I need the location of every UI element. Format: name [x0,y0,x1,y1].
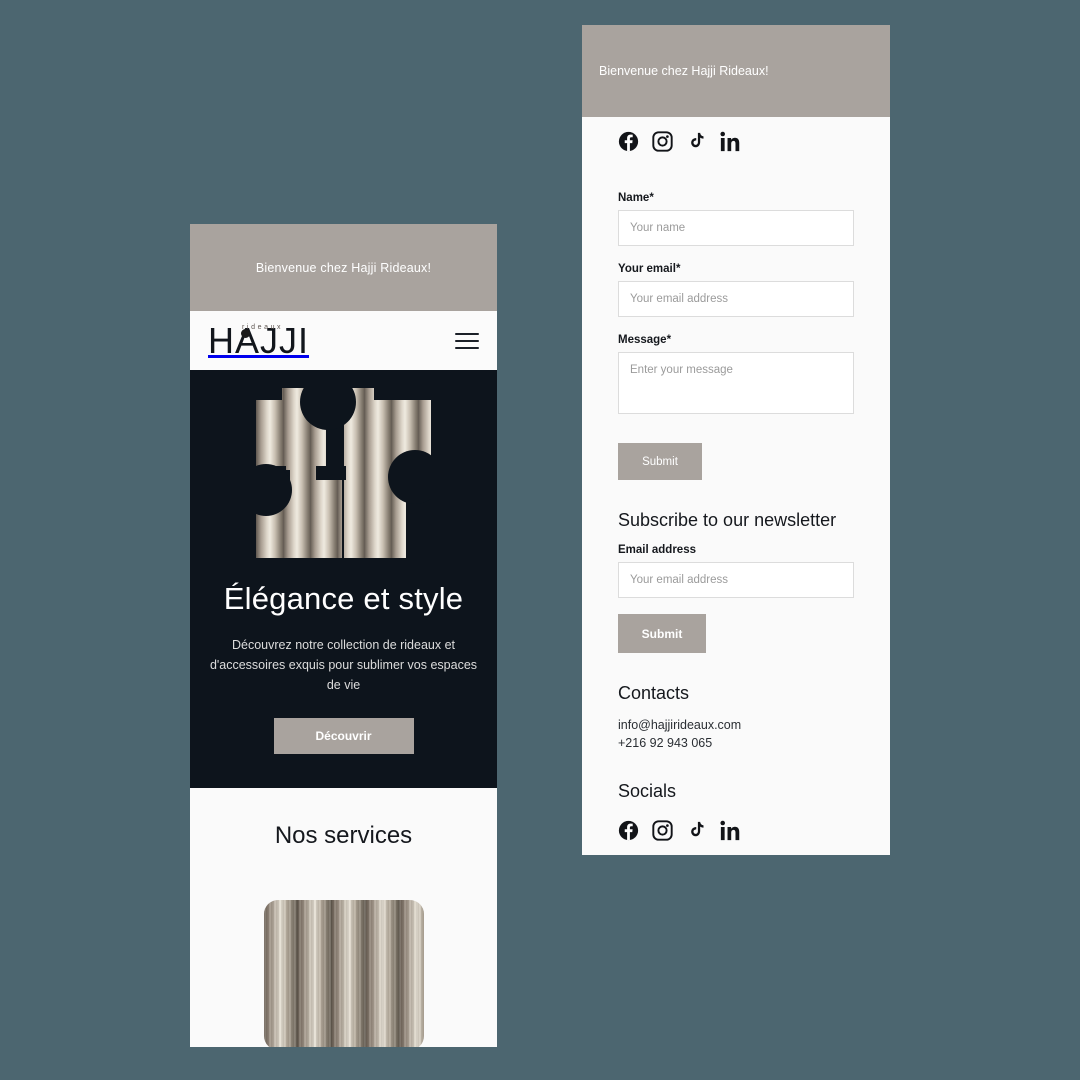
tiktok-icon[interactable] [686,820,707,841]
contact-phone[interactable]: +216 92 943 065 [618,735,854,753]
hero-artwork [256,388,431,558]
left-mobile-preview-panel: Bienvenue chez Hajji Rideaux! HAJJI ride… [190,224,497,1047]
hero-subtitle: Découvrez notre collection de rideaux et… [209,637,478,693]
burger-line [455,339,479,342]
burger-line [455,332,479,335]
tiktok-icon[interactable] [686,131,707,152]
services-section: Nos services [190,787,497,1047]
hero-title: Élégance et style [223,581,464,616]
name-label: Name* [618,192,654,204]
social-links-top [582,117,890,152]
contact-submit-button[interactable]: Submit [618,443,702,480]
email-input[interactable] [618,281,854,317]
announcement-text: Bienvenue chez Hajji Rideaux! [599,64,769,78]
newsletter-title: Subscribe to our newsletter [618,510,837,530]
facebook-icon[interactable] [618,131,639,152]
service-image-texture [263,899,424,1047]
facebook-icon[interactable] [618,820,639,841]
message-textarea[interactable] [618,352,854,414]
contact-email[interactable]: info@hajjirideaux.com [618,717,854,735]
instagram-icon[interactable] [652,131,673,152]
instagram-icon[interactable] [652,819,673,841]
announcement-text: Bienvenue chez Hajji Rideaux! [255,260,432,275]
right-mobile-preview-panel: Bienvenue chez Hajji Rideaux! Name* Your… [582,25,890,855]
burger-line [455,346,479,349]
services-title: Nos services [274,821,413,849]
name-input[interactable] [618,210,854,246]
contact-form: Name* Your email* Message* Submit Subscr… [582,152,890,802]
logo-tagline: rideaux [242,323,284,331]
site-logo[interactable]: HAJJI rideaux [208,322,309,359]
socials-title: Socials [618,780,677,801]
linkedin-icon[interactable] [720,820,741,841]
message-label: Message* [618,334,672,346]
announcement-bar: Bienvenue chez Hajji Rideaux! [190,224,497,311]
social-links-footer [582,806,890,841]
hero-section: Élégance et style Découvrez notre collec… [190,370,497,788]
email-label: Your email* [618,263,681,275]
hero-letter-mask [256,388,431,558]
announcement-bar: Bienvenue chez Hajji Rideaux! [582,25,890,117]
service-image [263,899,424,1047]
discover-button[interactable]: Découvrir [273,717,414,754]
newsletter-email-input[interactable] [618,562,854,598]
hamburger-menu-icon[interactable] [455,332,479,349]
site-header: HAJJI rideaux [190,311,497,370]
newsletter-email-label: Email address [618,544,696,556]
contacts-title: Contacts [618,683,690,703]
linkedin-icon[interactable] [720,131,741,152]
newsletter-submit-button[interactable]: Submit [618,614,706,653]
